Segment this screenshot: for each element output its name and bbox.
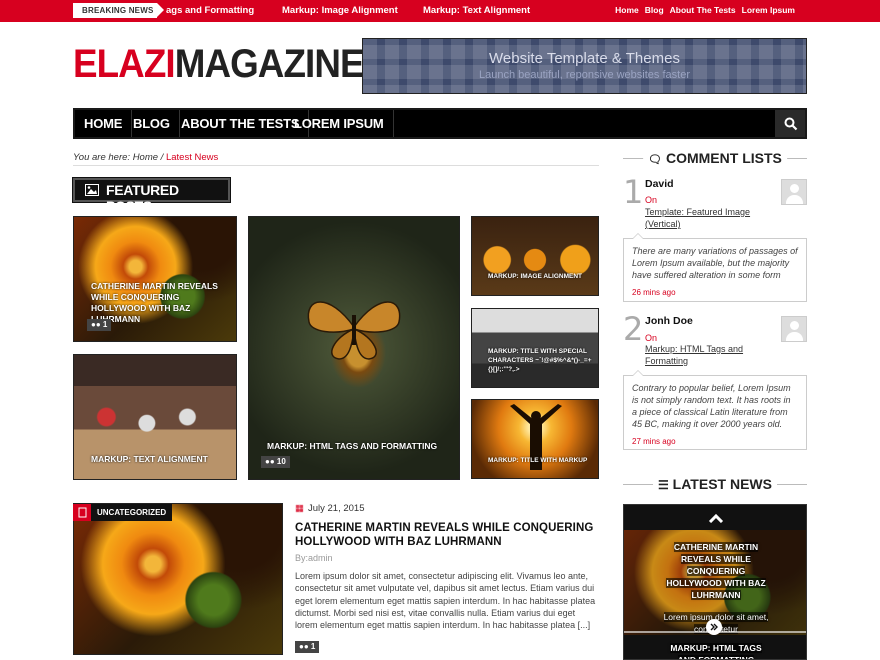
featured-tile[interactable]: MARKUP: TITLE WITH SPECIAL CHARACTERS ~`… (471, 308, 599, 388)
tile-caption: MARKUP: TEXT ALIGNMENT (91, 454, 208, 464)
logo-part-dark: MAGAZINE (174, 42, 365, 86)
breadcrumb: You are here: Home / Latest News (73, 152, 218, 163)
featured-tile[interactable]: CATHERINE MARTIN REVEALS WHILE CONQUERIN… (73, 216, 237, 342)
featured-posts-title: FEATURED POSTS (106, 182, 179, 214)
comment-bubble: There are many variations of passages of… (623, 233, 807, 302)
comment-post-link[interactable]: Markup: HTML Tags and Formatting (645, 343, 755, 367)
tile-caption: MARKUP: TITLE WITH SPECIAL CHARACTERS ~`… (488, 348, 592, 373)
main-navigation: HOME BLOG ABOUT THE TESTS LOREM IPSUM (73, 108, 807, 139)
latest-news-title: LATEST NEWS (672, 476, 772, 492)
comment-bubble: Contrary to popular belief, Lorem Ipsum … (623, 370, 807, 450)
breaking-news-label: BREAKING NEWS (73, 3, 164, 18)
document-icon (78, 507, 87, 518)
comment-count-badge: ●● 10 (261, 456, 290, 468)
chevron-up-icon[interactable] (708, 513, 724, 523)
header-ad-banner[interactable]: Website Template & Themes Launch beautif… (362, 38, 807, 94)
post-title[interactable]: CATHERINE MARTIN REVEALS WHILE CONQUERIN… (295, 521, 600, 549)
latest-news-slider: CATHERINE MARTIN REVEALS WHILE CONQUERIN… (623, 504, 807, 660)
comment-time: 26 mins ago (632, 288, 676, 297)
breaking-news-bar: BREAKING NEWS ags and Formatting Markup:… (0, 0, 880, 22)
latest-news-item-title[interactable]: CATHERINE MARTIN REVEALS WHILE CONQUERIN… (624, 541, 806, 601)
latest-news-item-title[interactable]: MARKUP: HTML TAGS AND FORMATTING (624, 642, 806, 659)
site-logo[interactable]: ELAZI MAGAZINE (73, 42, 365, 86)
avatar (781, 316, 807, 342)
top-link-home[interactable]: Home (615, 5, 639, 15)
comment-count: 1 (102, 320, 108, 329)
comment-author[interactable]: David (645, 178, 674, 190)
comment-icon: ●● (299, 642, 309, 651)
comment-post-link[interactable]: Template: Featured Image (Vertical) (645, 206, 755, 230)
comment-text: There are many variations of passages of… (632, 246, 798, 280)
comment-on-label: On (645, 333, 658, 343)
comment-text: Contrary to popular belief, Lorem Ipsum … (632, 383, 791, 429)
comment-number: 2 (623, 310, 644, 348)
top-link-about[interactable]: About The Tests (670, 5, 736, 15)
featured-tile[interactable]: MARKUP: HTML TAGS AND FORMATTING ●● 10 (248, 216, 460, 480)
search-icon (784, 117, 798, 131)
featured-tile[interactable]: MARKUP: IMAGE ALIGNMENT (471, 216, 599, 296)
nav-item-lorem[interactable]: LOREM IPSUM (285, 110, 394, 137)
comment-lists-title: COMMENT LISTS (665, 150, 782, 166)
breadcrumb-prefix: You are here: (73, 152, 131, 163)
tile-caption: MARKUP: HTML TAGS AND FORMATTING (267, 441, 438, 451)
post-author[interactable]: By:admin (295, 553, 333, 563)
top-link-lorem[interactable]: Lorem Ipsum (742, 5, 795, 15)
comments-icon: 🗨 (648, 154, 663, 166)
category-label: UNCATEGORIZED (97, 508, 167, 517)
comment-count-badge: ●● 1 (87, 319, 112, 331)
chevron-double-right-icon (710, 623, 718, 631)
latest-news-heading: ☰ LATEST NEWS (623, 476, 807, 493)
ticker-item[interactable]: ags and Formatting (166, 5, 254, 16)
logo-part-red: ELAZI (73, 42, 176, 86)
ticker-item[interactable]: Markup: Image Alignment (282, 5, 398, 16)
breadcrumb-current: Latest News (165, 152, 219, 163)
featured-tile[interactable]: MARKUP: TEXT ALIGNMENT (73, 354, 237, 480)
featured-tile[interactable]: MARKUP: TITLE WITH MARKUP (471, 399, 599, 479)
tile-caption: MARKUP: TITLE WITH MARKUP (488, 457, 588, 464)
avatar (781, 179, 807, 205)
comment-count: 10 (276, 457, 286, 466)
category-icon (73, 504, 91, 521)
calendar-icon: ▦ (295, 503, 304, 514)
tile-caption: MARKUP: IMAGE ALIGNMENT (488, 273, 583, 280)
comment-number: 1 (623, 173, 644, 211)
comment-time: 27 mins ago (632, 437, 676, 446)
post-date: ▦ July 21, 2015 (295, 503, 365, 514)
banner-title: Website Template & Themes (489, 50, 680, 67)
list-icon: ☰ (658, 478, 669, 492)
post-thumbnail[interactable] (73, 503, 283, 655)
comment-count: 1 (310, 642, 316, 651)
breadcrumb-separator: / (160, 152, 164, 163)
comment-count-badge[interactable]: ●● 1 (295, 641, 320, 653)
featured-posts-heading: FEATURED POSTS (72, 177, 231, 214)
ticker-item[interactable]: Markup: Text Alignment (423, 5, 530, 16)
comment-lists-heading: 🗨 COMMENT LISTS (623, 150, 807, 168)
comment-icon: ●● (265, 457, 275, 466)
category-badge[interactable]: UNCATEGORIZED (73, 504, 173, 521)
comment-author[interactable]: Jonh Doe (645, 315, 693, 327)
post-date-text: July 21, 2015 (307, 503, 365, 514)
top-navigation: Home Blog About The Tests Lorem Ipsum (615, 5, 795, 15)
search-button[interactable] (775, 110, 805, 137)
butterfly-photo (307, 301, 401, 360)
comment-on-label: On (645, 195, 658, 205)
divider (73, 165, 599, 166)
post-excerpt: Lorem ipsum dolor sit amet, consectetur … (295, 571, 596, 631)
breadcrumb-home[interactable]: Home (133, 152, 158, 163)
comment-icon: ●● (91, 320, 101, 329)
slider-next-button[interactable] (706, 619, 722, 635)
top-link-blog[interactable]: Blog (645, 5, 664, 15)
banner-subtitle: Launch beautiful, reponsive websites fas… (479, 69, 690, 81)
image-icon (85, 184, 99, 196)
